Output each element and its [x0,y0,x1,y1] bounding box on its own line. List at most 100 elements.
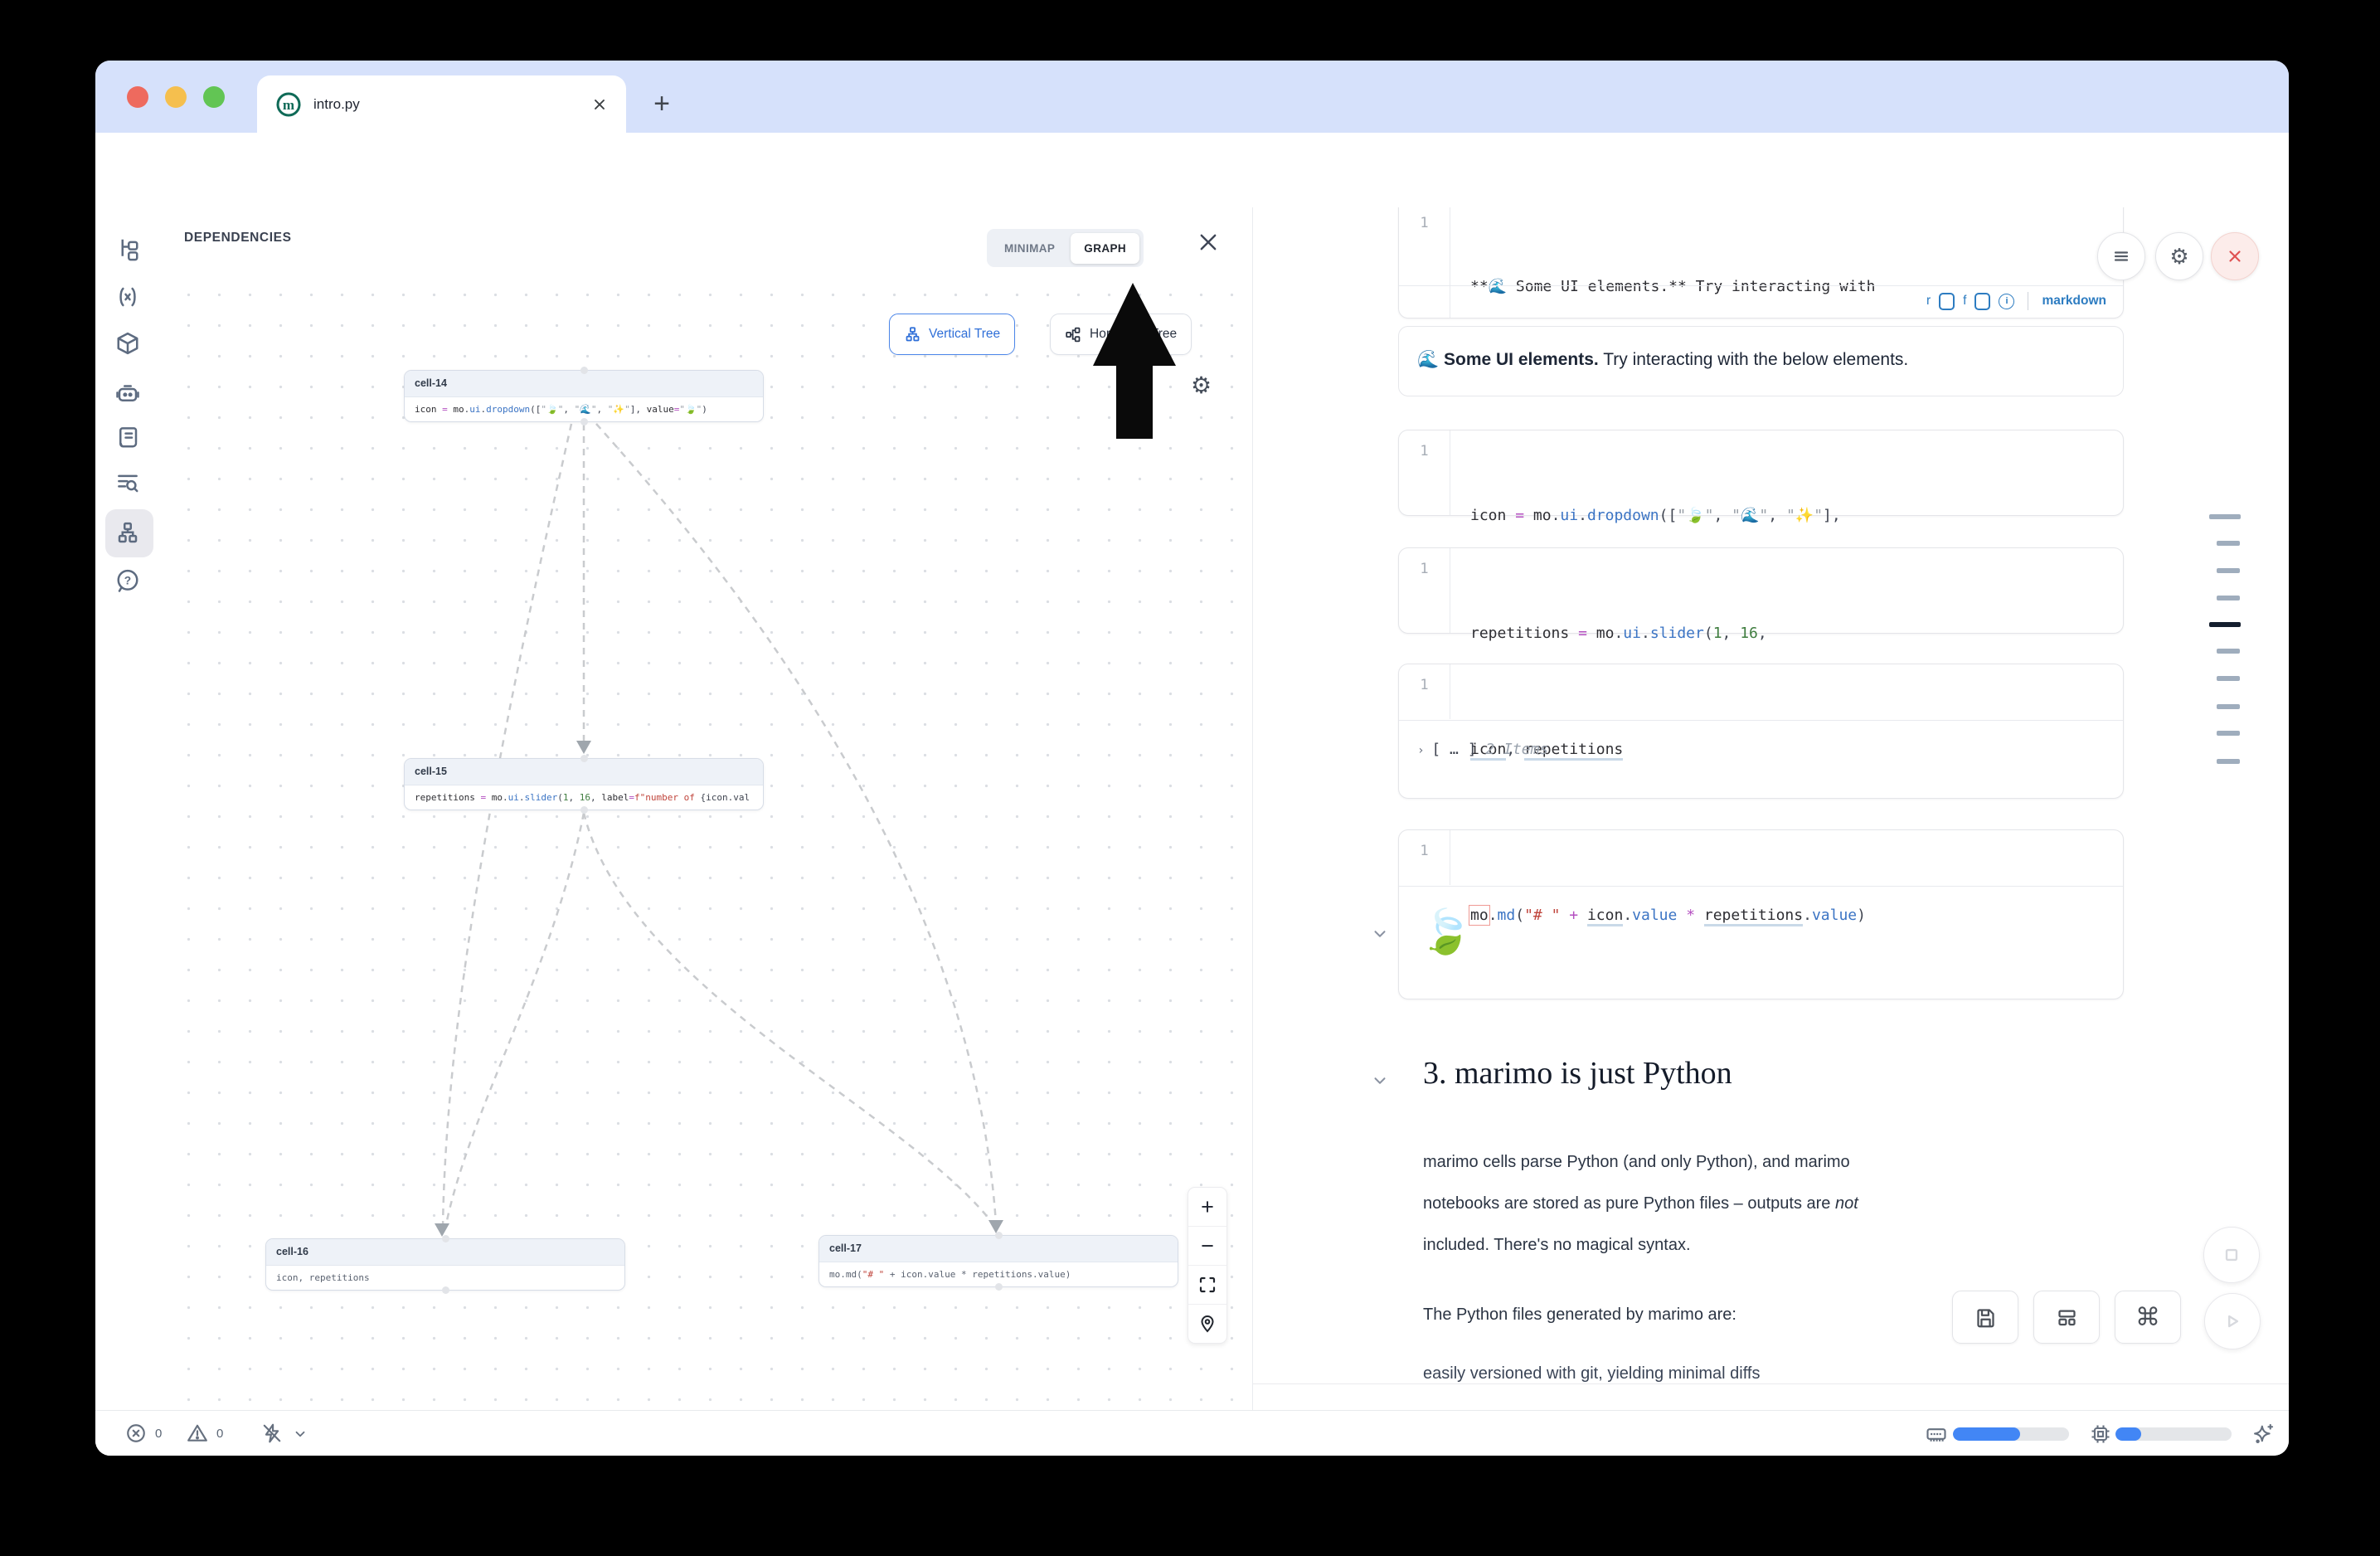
line-number: 1 [1399,830,1450,885]
vertical-tree-button[interactable]: Vertical Tree [889,314,1015,355]
cell-info-icon[interactable]: i [1999,294,2014,309]
horizontal-tree-icon [1065,326,1082,343]
format-checkbox[interactable] [1974,293,1990,310]
cell-position-marker[interactable] [2217,676,2240,681]
graph-node-cell-14[interactable]: cell-14 icon = mo.ui.dropdown(["🍃", "🌊",… [404,370,764,422]
keyboard-shortcuts-button[interactable]: ⌘ [2115,1291,2181,1344]
close-panel-icon[interactable] [1197,231,1220,254]
cpu-icon [2089,1422,2112,1450]
code-cell-md[interactable]: 1 mo.md("# " + icon.value * repetitions.… [1398,829,2124,999]
errors-icon[interactable] [125,1422,147,1448]
sidebar-item-ai-assistant[interactable] [115,381,140,406]
gear-icon: ⚙ [2169,244,2188,270]
markdown-source-cell[interactable]: 1 **🌊 Some UI elements.** Try interactin… [1398,207,2124,318]
cell-position-marker[interactable] [2217,568,2240,573]
sidebar-item-variables[interactable] [115,284,140,309]
cell-position-marker[interactable] [2217,649,2240,654]
node-port [995,1232,1003,1239]
new-tab-button[interactable]: + [639,80,685,127]
stop-execution-button[interactable] [2203,1227,2260,1283]
sidebar-item-scratchpad[interactable] [115,425,140,450]
collapse-chevron-icon[interactable] [1371,925,1389,947]
ai-sparkle-icon[interactable] [2251,1422,2275,1450]
code-editor[interactable]: icon, repetitions [1470,673,2113,826]
cell-position-marker[interactable] [2217,704,2240,709]
tab-strip: m intro.py + [95,61,2289,133]
horizontal-tree-label: Horizontal Tree [1090,327,1177,342]
cell-position-marker[interactable] [2217,731,2240,736]
cell-divider [1399,720,2123,721]
fit-view-icon[interactable] [1188,1266,1226,1305]
cell-position-marker[interactable] [2209,514,2241,519]
svg-text:?: ? [124,574,131,586]
node-port [580,755,588,762]
paragraph-line: The Python files generated by marimo are… [1423,1306,1736,1325]
cell-footer: r f i markdown [1926,292,2106,310]
view-toggle: MINIMAP GRAPH [987,229,1144,267]
sidebar-item-logs[interactable] [115,470,140,495]
notebook-panel: 1 **🌊 Some UI elements.** Try interactin… [1252,207,2289,1410]
browser-window: m intro.py + localhost:2718 [95,61,2289,1456]
graph-node-cell-15[interactable]: cell-15 repetitions = mo.ui.slider(1, 16… [404,758,764,810]
code-cell-dropdown[interactable]: 1 icon = mo.ui.dropdown(["🍃", "🌊", "✨"],… [1398,430,2124,516]
graph-node-cell-16[interactable]: cell-16 icon, repetitions [265,1238,625,1291]
output-emoji: 🌊 [1417,350,1439,369]
paragraph-line: marimo cells parse Python (and only Pyth… [1423,1153,1850,1172]
shutdown-button[interactable] [2211,232,2259,280]
code-cell-slider[interactable]: 1 repetitions = mo.ui.slider(1, 16, labe… [1398,547,2124,634]
marimo-logo-icon: m [275,91,302,118]
zoom-out-button[interactable]: − [1188,1227,1226,1266]
cell-position-marker[interactable] [2217,541,2240,546]
cell-position-marker[interactable] [2217,759,2240,764]
list-output[interactable]: › [ … ] 2 Items [1417,741,1548,758]
memory-usage-bar [1953,1427,2069,1441]
cell-position-marker-active[interactable] [2209,622,2241,627]
reactive-checkbox[interactable] [1939,293,1955,310]
traffic-light-maximize[interactable] [203,86,225,108]
layout-toggle-button[interactable] [2033,1291,2100,1344]
output-text: Try interacting with the below elements. [1599,350,1909,369]
vertical-tree-icon [904,326,921,343]
node-title: cell-15 [405,759,763,785]
notebook-settings-button[interactable]: ⚙ [2155,232,2203,280]
run-cells-button[interactable] [2204,1293,2261,1349]
minimap-toggle-button[interactable]: MINIMAP [991,233,1068,264]
sidebar-item-dependencies[interactable] [115,521,140,546]
graph-settings-gear-icon[interactable]: ⚙ [1191,374,1212,397]
save-file-button[interactable] [1952,1291,2018,1344]
code-editor[interactable]: mo.md("# " + icon.value * repetitions.va… [1470,839,2113,992]
chevron-down-icon[interactable] [293,1427,308,1446]
notebook-menu-button[interactable] [2097,232,2145,280]
sidebar-item-packages[interactable] [115,331,140,356]
locate-node-icon[interactable] [1188,1305,1226,1343]
traffic-light-close[interactable] [127,86,148,108]
graph-node-cell-17[interactable]: cell-17 mo.md("# " + icon.value * repeti… [818,1235,1178,1287]
cell-divider [1399,285,2123,286]
sidebar-item-help[interactable]: ? [115,568,140,593]
node-title: cell-17 [819,1236,1178,1262]
warnings-icon[interactable] [187,1422,208,1448]
svg-text:m: m [283,97,294,113]
markdown-output: 🌊 Some UI elements. Try interacting with… [1398,326,2124,396]
sidebar-item-file-tree[interactable] [115,236,140,261]
zoom-in-button[interactable]: + [1188,1188,1226,1227]
clipped-paragraph: easily versioned with git, yielding mini… [1423,1364,2103,1383]
language-badge[interactable]: markdown [2042,294,2106,309]
paragraph-line: included. There's no magical syntax. [1423,1236,1691,1255]
section-chevron-icon[interactable] [1371,1072,1389,1094]
browser-tab[interactable]: m intro.py [257,75,626,133]
code-cell-expression[interactable]: 1 icon, repetitions › [ … ] 2 Items [1398,664,2124,799]
tab-close-icon[interactable] [591,96,608,113]
tab-title: intro.py [313,96,591,113]
section-heading: 3. marimo is just Python [1423,1055,1732,1092]
dependencies-panel-header: DEPENDENCIES MINIMAP GRAPH [166,207,1252,277]
dependency-graph-canvas[interactable]: cell-14 icon = mo.ui.dropdown(["🍃", "🌊",… [166,276,1252,1410]
graph-toggle-button[interactable]: GRAPH [1071,233,1139,264]
traffic-light-minimize[interactable] [165,86,187,108]
autorun-disabled-icon[interactable] [261,1422,283,1448]
leaf-output: 🍃 [1419,907,1473,957]
cell-divider [1399,886,2123,887]
node-title: cell-14 [405,371,763,397]
horizontal-tree-button[interactable]: Horizontal Tree [1050,314,1192,355]
cell-position-marker[interactable] [2217,596,2240,601]
